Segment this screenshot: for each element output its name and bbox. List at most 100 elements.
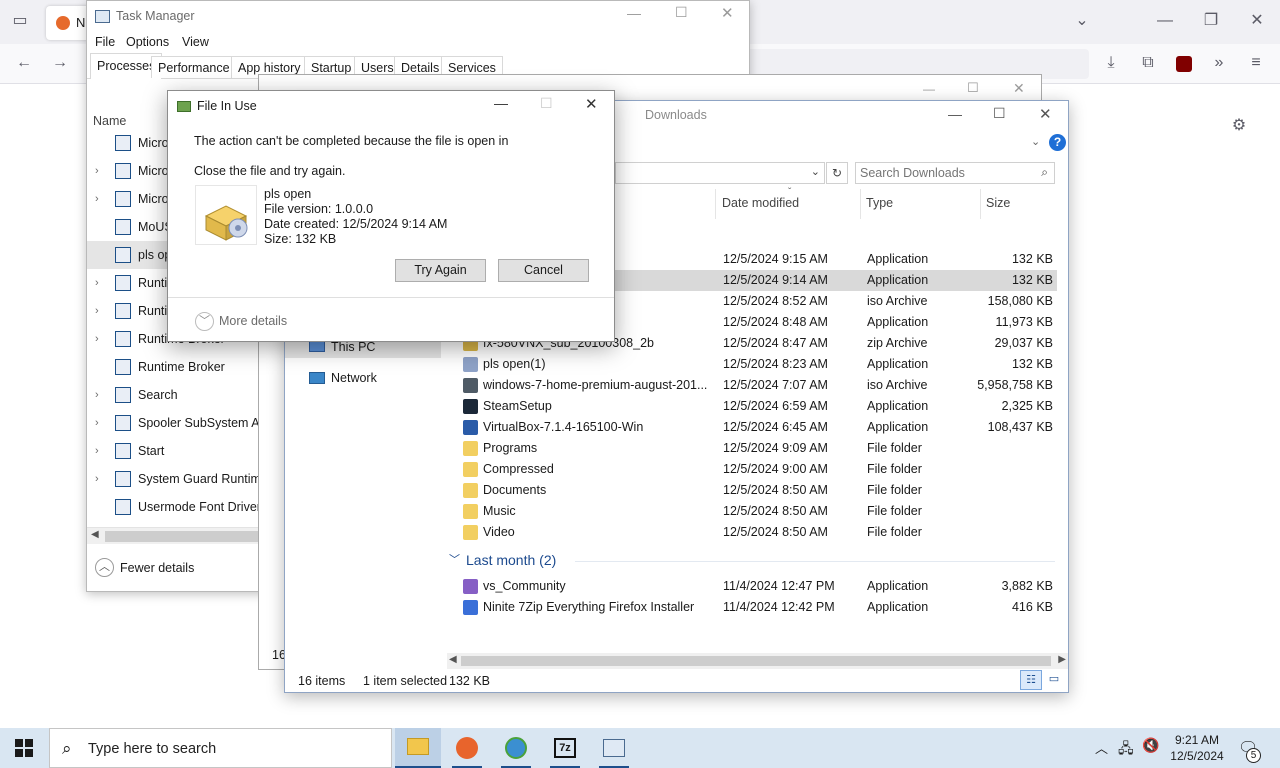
clock[interactable]: 9:21 AM 12/5/2024 (1168, 732, 1226, 764)
horizontal-scrollbar[interactable]: ◀ ▶ (447, 653, 1068, 669)
file-row[interactable]: Ninite 7Zip Everything Firefox Installer… (445, 597, 1057, 618)
group-header-last-month[interactable]: Last month (2) (466, 552, 556, 568)
expand-chevron-icon[interactable]: › (95, 185, 99, 213)
menu-file[interactable]: File (95, 35, 115, 49)
minimize-icon[interactable]: — (494, 95, 508, 111)
expand-chevron-icon[interactable]: › (95, 465, 99, 493)
column-type[interactable]: Type (866, 196, 893, 210)
process-row[interactable]: Usermode Font Driver Host (87, 493, 286, 521)
restore-icon[interactable]: ❐ (1200, 11, 1222, 33)
file-row[interactable]: vs_Community 11/4/2024 12:47 PM Applicatio… (445, 576, 1057, 597)
menu-icon[interactable]: ≡ (1245, 53, 1267, 75)
menu-view[interactable]: View (182, 35, 209, 49)
close-icon[interactable]: ✕ (585, 95, 598, 113)
file-row[interactable]: VirtualBox-7.1.4-165100-Win 12/5/2024 6:4… (445, 417, 1057, 438)
taskbar-network-app[interactable] (493, 728, 539, 768)
help-icon[interactable]: ? (1049, 134, 1066, 151)
file-row[interactable]: Programs 12/5/2024 9:09 AM File folder (445, 438, 1057, 459)
taskbar-task-manager[interactable] (591, 728, 637, 768)
file-type: Application (867, 315, 929, 329)
close-icon[interactable]: ✕ (1039, 105, 1052, 123)
ribbon-expand-icon[interactable]: ⌄ (1031, 135, 1040, 148)
menu-options[interactable]: Options (126, 35, 169, 49)
process-row[interactable]: › Start (87, 437, 285, 465)
minimize-icon[interactable]: — (1154, 11, 1176, 33)
back-icon[interactable]: ← (13, 53, 35, 75)
expand-chevron-icon[interactable]: › (95, 269, 99, 297)
firefox-view-icon[interactable]: ▭ (9, 11, 31, 33)
expand-chevron-icon[interactable]: › (95, 325, 99, 353)
scroll-left-icon[interactable]: ◀ (449, 654, 457, 665)
show-hidden-icons-icon[interactable]: ︿ (1095, 738, 1108, 757)
expand-chevron-icon[interactable]: › (95, 157, 99, 185)
expand-chevron-icon[interactable]: › (95, 409, 99, 437)
fewer-details-link[interactable]: Fewer details (120, 561, 194, 575)
file-row[interactable]: Music 12/5/2024 8:50 AM File folder (445, 501, 1057, 522)
list-tabs-icon[interactable]: ⌄ (1071, 11, 1093, 33)
file-row[interactable]: Video 12/5/2024 8:50 AM File folder (445, 522, 1057, 543)
browser-tab[interactable]: N (46, 6, 90, 40)
refresh-icon[interactable]: ↻ (826, 162, 848, 184)
network-status-icon[interactable]: 🖧 (1118, 738, 1134, 762)
close-icon[interactable]: ✕ (1013, 80, 1025, 97)
scroll-right-icon[interactable]: ▶ (1058, 654, 1066, 665)
tab-performance[interactable]: Performance (151, 56, 237, 78)
minimize-icon[interactable]: — (923, 82, 935, 96)
taskbar-7zip[interactable]: 7z (542, 728, 588, 768)
scroll-left-icon[interactable]: ◀ (91, 529, 99, 540)
maximize-icon[interactable]: ☐ (993, 105, 1006, 122)
group-collapse-icon[interactable]: ﹀ (449, 551, 460, 567)
start-button[interactable] (0, 728, 48, 768)
horizontal-scrollbar[interactable]: ◀ (87, 527, 285, 544)
volume-muted-icon[interactable]: 🔇 (1142, 737, 1159, 754)
column-name[interactable]: Name (93, 114, 126, 128)
column-date-modified[interactable]: Date modified (722, 196, 799, 210)
process-row[interactable]: Runtime Broker (87, 353, 285, 381)
process-row[interactable]: › System Guard Runtime Mon (87, 465, 286, 493)
try-again-button[interactable]: Try Again (395, 259, 486, 282)
search-box[interactable]: ⌕ (855, 162, 1055, 184)
scroll-thumb[interactable] (461, 656, 1051, 666)
file-type: Application (867, 357, 929, 371)
extensions-icon[interactable]: ⧉ (1137, 53, 1159, 75)
process-icon (115, 247, 131, 263)
file-date: 12/5/2024 6:59 AM (723, 399, 828, 413)
minimize-icon[interactable]: — (948, 106, 962, 122)
taskbar-firefox[interactable] (444, 728, 490, 768)
cancel-button[interactable]: Cancel (498, 259, 589, 282)
more-details-link[interactable]: More details (219, 314, 287, 328)
address-bar[interactable]: ⌄ (615, 162, 825, 184)
scroll-thumb[interactable] (105, 531, 283, 542)
file-row[interactable]: windows-7-home-premium-august-201... 12/5… (445, 375, 1057, 396)
overflow-icon[interactable]: » (1208, 53, 1230, 75)
downloads-icon[interactable]: ⤓ (1100, 53, 1122, 75)
forward-icon[interactable]: → (49, 53, 71, 75)
details-view-icon[interactable]: ☷ (1020, 670, 1042, 690)
file-date: 11/4/2024 12:47 PM (723, 579, 835, 593)
taskbar-search[interactable]: ⌕ Type here to search (49, 728, 392, 768)
file-row[interactable]: SteamSetup 12/5/2024 6:59 AM Application 2,… (445, 396, 1057, 417)
maximize-icon[interactable]: ☐ (967, 80, 979, 96)
ublock-icon[interactable] (1176, 56, 1192, 72)
minimize-icon[interactable]: — (627, 5, 641, 21)
large-icons-view-icon[interactable]: ▭ (1044, 670, 1064, 690)
maximize-icon[interactable]: ☐ (675, 4, 688, 21)
expand-chevron-icon[interactable]: › (95, 381, 99, 409)
settings-gear-icon[interactable]: ⚙ (1228, 116, 1250, 138)
address-dropdown-icon[interactable]: ⌄ (811, 165, 820, 178)
close-icon[interactable]: ✕ (1246, 11, 1268, 33)
file-row[interactable]: pls open(1) 12/5/2024 8:23 AM Application 1… (445, 354, 1057, 375)
taskbar-file-explorer[interactable] (395, 728, 441, 768)
column-size[interactable]: Size (986, 196, 1010, 210)
file-row[interactable]: Compressed 12/5/2024 9:00 AM File folder (445, 459, 1057, 480)
chevron-up-icon[interactable]: ︿ (95, 558, 114, 577)
chevron-down-icon[interactable]: ﹀ (195, 312, 214, 331)
process-row[interactable]: › Spooler SubSystem App (87, 409, 285, 437)
process-row[interactable]: › Search (87, 381, 285, 409)
file-row[interactable]: Documents 12/5/2024 8:50 AM File folder (445, 480, 1057, 501)
search-input[interactable] (860, 165, 1030, 181)
expand-chevron-icon[interactable]: › (95, 437, 99, 465)
search-icon[interactable]: ⌕ (1041, 165, 1048, 180)
expand-chevron-icon[interactable]: › (95, 297, 99, 325)
close-icon[interactable]: ✕ (721, 4, 734, 22)
